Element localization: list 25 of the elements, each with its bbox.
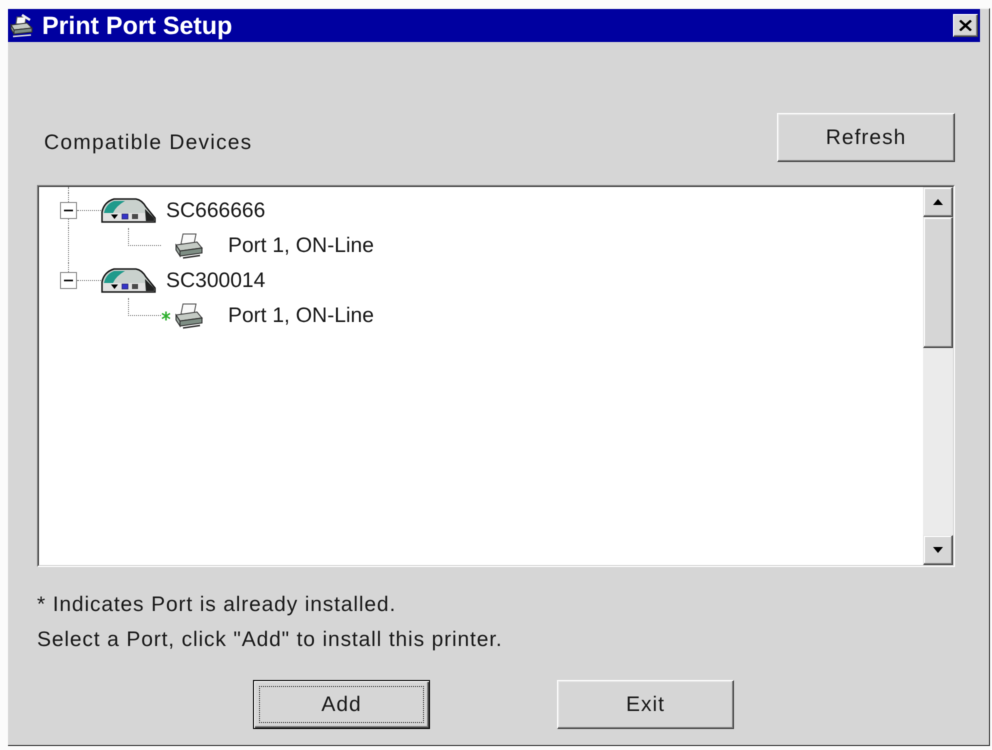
window-title: Print Port Setup [42, 10, 234, 40]
collapse-icon[interactable] [60, 272, 77, 289]
dialog-button[interactable]: Exit [557, 680, 734, 729]
dialog-button[interactable]: Add [253, 680, 430, 729]
scrollbar-thumb[interactable] [923, 217, 953, 348]
tree-item[interactable]: SC300014 [166, 268, 266, 292]
printer-icon [174, 232, 204, 258]
instruction-text: Select a Port, click "Add" to install this printer. [37, 628, 503, 652]
printer-icon [10, 14, 34, 38]
printer-icon [174, 302, 204, 328]
refresh-button[interactable]: Refresh [777, 113, 955, 162]
close-button[interactable] [953, 14, 978, 37]
close-icon [959, 20, 972, 31]
tree-item[interactable]: SC666666 [166, 198, 266, 222]
network-device-icon [101, 268, 156, 293]
caret-up-icon [933, 199, 943, 205]
scroll-up-button[interactable] [923, 187, 953, 217]
tree-item[interactable]: Port 1, ON-Line [228, 234, 374, 258]
section-label: Compatible Devices [44, 131, 252, 155]
tree-item[interactable]: Port 1, ON-Line [228, 304, 374, 328]
collapse-icon[interactable] [60, 202, 77, 219]
legend-text: * Indicates Port is already installed. [37, 593, 396, 617]
network-device-icon [101, 198, 156, 223]
caret-down-icon [933, 547, 943, 553]
scroll-down-button[interactable] [923, 535, 953, 565]
